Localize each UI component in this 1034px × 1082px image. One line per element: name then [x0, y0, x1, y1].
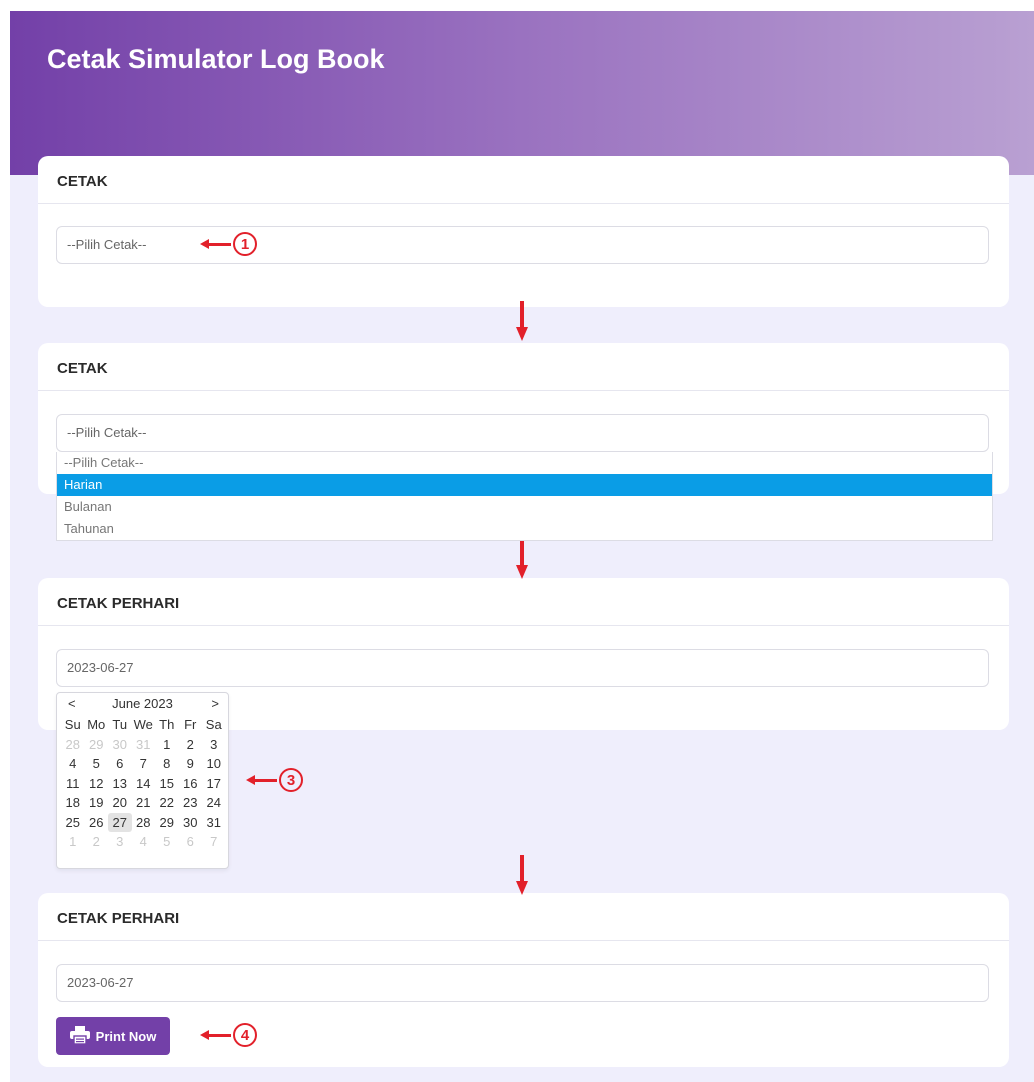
calendar-day-selected[interactable]: 27: [108, 812, 132, 832]
callout-3: 3: [246, 768, 303, 792]
calendar-day[interactable]: 7: [132, 754, 156, 774]
calendar-day[interactable]: 8: [155, 754, 179, 774]
card-header: CETAK PERHARI: [38, 893, 1009, 941]
weekday-label: We: [133, 717, 153, 732]
calendar-day[interactable]: 5: [155, 832, 179, 852]
calendar-day[interactable]: 18: [61, 793, 85, 813]
calendar-day[interactable]: 31: [202, 813, 226, 833]
dropdown-option-tahunan[interactable]: Tahunan: [57, 518, 992, 540]
calendar-day[interactable]: 17: [202, 774, 226, 794]
weekday-label: Fr: [184, 717, 197, 732]
dropdown-option-harian[interactable]: Harian: [57, 474, 992, 496]
calendar-day[interactable]: 28: [61, 735, 85, 755]
cetak-dropdown-list: --Pilih Cetak-- Harian Bulanan Tahunan: [56, 452, 993, 541]
calendar-day[interactable]: 19: [85, 793, 109, 813]
calendar-day[interactable]: 24: [202, 793, 226, 813]
weekday-label: Mo: [87, 717, 106, 732]
left-arrow-icon: [200, 1030, 209, 1040]
calendar-day[interactable]: 29: [85, 735, 109, 755]
page-header: Cetak Simulator Log Book: [10, 11, 1034, 175]
calendar-day[interactable]: 13: [108, 774, 132, 794]
card-header: CETAK: [38, 156, 1009, 204]
calendar-day[interactable]: 6: [108, 754, 132, 774]
callout-number: 3: [279, 768, 303, 792]
calendar-day[interactable]: 20: [108, 793, 132, 813]
calendar-day[interactable]: 16: [179, 774, 203, 794]
left-arrow-icon: [200, 239, 209, 249]
calendar-day[interactable]: 12: [85, 774, 109, 794]
calendar-day[interactable]: 5: [85, 754, 109, 774]
calendar-day[interactable]: 11: [61, 774, 85, 794]
calendar-day[interactable]: 30: [108, 735, 132, 755]
calendar-day[interactable]: 9: [179, 754, 203, 774]
calendar-day[interactable]: 2: [179, 735, 203, 755]
card-header: CETAK: [38, 343, 1009, 391]
callout-4: 4: [200, 1023, 257, 1047]
next-month-button[interactable]: >: [211, 696, 219, 711]
print-now-button[interactable]: Print Now: [56, 1017, 170, 1055]
calendar-day[interactable]: 29: [155, 813, 179, 833]
calendar-day[interactable]: 10: [202, 754, 226, 774]
calendar-day[interactable]: 23: [179, 793, 203, 813]
print-now-label: Print Now: [95, 1028, 157, 1044]
date-picker-calendar: < June 2023 > Su Mo Tu We Th Fr Sa 28 29…: [56, 692, 229, 869]
calendar-day[interactable]: 3: [202, 735, 226, 755]
card-title: CETAK PERHARI: [57, 595, 180, 612]
calendar-day[interactable]: 7: [202, 832, 226, 852]
calendar-day[interactable]: 2: [85, 832, 109, 852]
callout-number: 4: [233, 1023, 257, 1047]
calendar-day[interactable]: 1: [155, 735, 179, 755]
cetak-select-2[interactable]: --Pilih Cetak--: [56, 414, 989, 452]
calendar-day[interactable]: 31: [132, 735, 156, 755]
calendar-day[interactable]: 4: [61, 754, 85, 774]
date-input-1[interactable]: 2023-06-27: [56, 649, 989, 687]
page-title: Cetak Simulator Log Book: [47, 44, 385, 74]
calendar-month-label: June 2023: [112, 696, 173, 711]
card-title: CETAK PERHARI: [57, 910, 180, 927]
date-input-2[interactable]: 2023-06-27: [56, 964, 989, 1002]
calendar-day[interactable]: 6: [179, 832, 203, 852]
calendar-day[interactable]: 14: [132, 774, 156, 794]
app-window: Cetak Simulator Log Book CETAK --Pilih C…: [10, 11, 1034, 1082]
calendar-day[interactable]: 3: [108, 832, 132, 852]
card-header: CETAK PERHARI: [38, 578, 1009, 626]
dropdown-option-placeholder[interactable]: --Pilih Cetak--: [57, 452, 992, 474]
calendar-day[interactable]: 25: [61, 813, 85, 833]
weekday-label: Th: [159, 717, 175, 732]
calendar-day[interactable]: 4: [132, 832, 156, 852]
printer-icon: [69, 1025, 90, 1047]
calendar-day[interactable]: 26: [85, 813, 109, 833]
cetak-perhari-card-2: CETAK PERHARI 2023-06-27 Print Now: [38, 893, 1009, 1067]
cetak-card-2: CETAK --Pilih Cetak-- --Pilih Cetak-- Ha…: [38, 343, 1009, 541]
calendar-day[interactable]: 30: [179, 813, 203, 833]
calendar-day[interactable]: 21: [132, 793, 156, 813]
calendar-day[interactable]: 1: [61, 832, 85, 852]
callout-1: 1: [200, 232, 257, 256]
left-arrow-icon: [246, 775, 255, 785]
callout-number: 1: [233, 232, 257, 256]
weekday-label: Su: [64, 717, 81, 732]
dropdown-option-bulanan[interactable]: Bulanan: [57, 496, 992, 518]
calendar-grid: Su Mo Tu We Th Fr Sa 28 29 30 31 1 2 3 4…: [61, 715, 226, 852]
weekday-label: Sa: [205, 717, 222, 732]
calendar-day[interactable]: 15: [155, 774, 179, 794]
cetak-card-1: CETAK --Pilih Cetak--: [38, 156, 1009, 307]
weekday-label: Tu: [112, 717, 128, 732]
card-title: CETAK: [57, 173, 108, 190]
calendar-day[interactable]: 22: [155, 793, 179, 813]
calendar-day[interactable]: 28: [132, 813, 156, 833]
card-title: CETAK: [57, 360, 108, 377]
cetak-select-1[interactable]: --Pilih Cetak--: [56, 226, 989, 264]
